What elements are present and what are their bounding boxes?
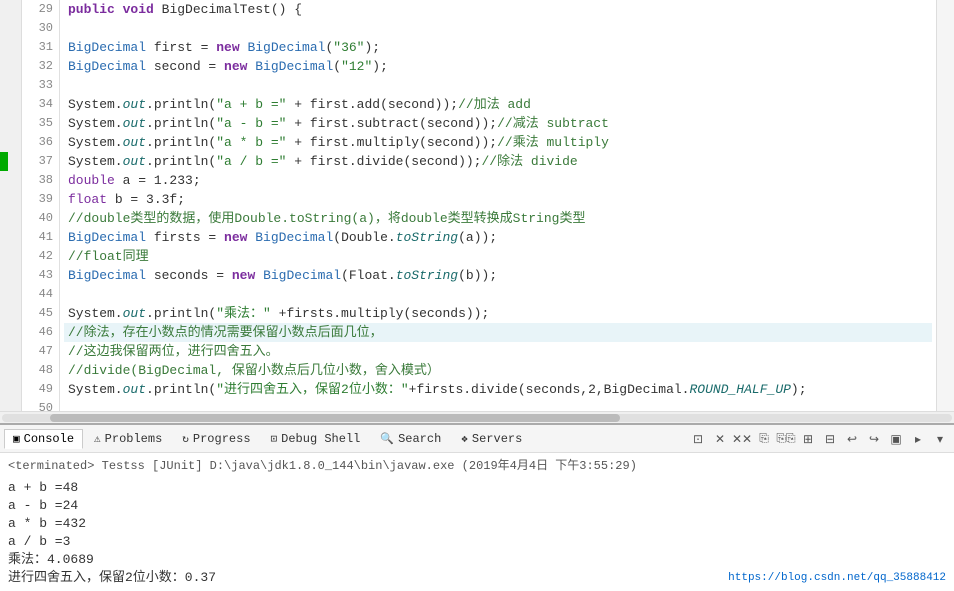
bookmark-marker xyxy=(0,152,8,171)
bottom-link[interactable]: https://blog.csdn.net/qq_35888412 xyxy=(728,569,946,587)
console-tab-icon: ▣ xyxy=(13,432,20,446)
scrollbar-thumb[interactable] xyxy=(50,414,620,422)
code-line: double a = 1.233; xyxy=(64,171,932,190)
console-toolbar: ▣Console⚠Problems↻Progress⊡Debug Shell🔍S… xyxy=(0,425,954,453)
code-line: float b = 3.3f; xyxy=(64,190,932,209)
code-content: public void BigDecimalTest() { BigDecima… xyxy=(60,0,936,411)
code-line: //这边我保留两位，进行四舍五入。 xyxy=(64,342,932,361)
pin-btn[interactable]: ↪ xyxy=(864,429,884,449)
line-number: 34 xyxy=(22,95,59,114)
code-line xyxy=(64,399,932,411)
line-number: 41 xyxy=(22,228,59,247)
code-line xyxy=(64,285,932,304)
line-number: 50 xyxy=(22,399,59,411)
line-number: 49 xyxy=(22,380,59,399)
line-number: 43 xyxy=(22,266,59,285)
output-line: a - b =24 xyxy=(8,497,946,515)
copy-all-btn[interactable]: ⎘⎘ xyxy=(776,429,796,449)
console-tab-problems[interactable]: ⚠ Problems xyxy=(85,429,171,449)
scroll-lock-btn[interactable]: ↩ xyxy=(842,429,862,449)
line-number: 47 xyxy=(22,342,59,361)
console-tab-label: Console xyxy=(24,432,74,446)
code-line: System.out.println("a + b =" + first.add… xyxy=(64,95,932,114)
minimize-btn[interactable]: ⊡ xyxy=(688,429,708,449)
console-tab-console[interactable]: ▣ Console xyxy=(4,429,83,449)
editor-area: 2930313233343536373839404142434445464748… xyxy=(0,0,954,411)
output-line: 乘法：4.0689 xyxy=(8,551,946,569)
problems-tab-label: Problems xyxy=(105,432,163,446)
code-line: //double类型的数据，使用Double.toString(a)，将doub… xyxy=(64,209,932,228)
line-number: 32 xyxy=(22,57,59,76)
output-line: a * b =432 xyxy=(8,515,946,533)
code-line: System.out.println("a / b =" + first.div… xyxy=(64,152,932,171)
code-line: public void BigDecimalTest() { xyxy=(64,0,932,19)
expand-btn[interactable]: ⊞ xyxy=(798,429,818,449)
line-number: 35 xyxy=(22,114,59,133)
code-line: System.out.println("a - b =" + first.sub… xyxy=(64,114,932,133)
code-line: //float同理 xyxy=(64,247,932,266)
debug-shell-tab-label: Debug Shell xyxy=(281,432,360,446)
line-number: 30 xyxy=(22,19,59,38)
line-number: 42 xyxy=(22,247,59,266)
line-number: 40 xyxy=(22,209,59,228)
console-tab-debug-shell[interactable]: ⊡Debug Shell xyxy=(262,429,370,449)
line-number: 33 xyxy=(22,76,59,95)
progress-tab-icon: ↻ xyxy=(182,432,189,446)
scrollbar-track[interactable] xyxy=(2,414,952,422)
line-number: 44 xyxy=(22,285,59,304)
line-number: 48 xyxy=(22,361,59,380)
line-number: 39 xyxy=(22,190,59,209)
debug-shell-tab-icon: ⊡ xyxy=(271,432,278,446)
progress-tab-label: Progress xyxy=(193,432,251,446)
line-number: 37 xyxy=(22,152,59,171)
right-scrollbar[interactable] xyxy=(936,0,954,411)
close-btn[interactable]: ✕ xyxy=(710,429,730,449)
code-line: System.out.println("进行四舍五入，保留2位小数："+firs… xyxy=(64,380,932,399)
terminated-line: <terminated> Testss [JUnit] D:\java\jdk1… xyxy=(8,457,946,475)
problems-tab-icon: ⚠ xyxy=(94,432,101,446)
search-tab-icon: 🔍 xyxy=(380,432,394,446)
left-mini-gutter xyxy=(0,0,22,411)
console-panel: ▣Console⚠Problems↻Progress⊡Debug Shell🔍S… xyxy=(0,423,954,591)
servers-tab-icon: ❖ xyxy=(461,432,468,446)
console-output: <terminated> Testss [JUnit] D:\java\jdk1… xyxy=(0,453,954,591)
console-tab-search[interactable]: 🔍 Search xyxy=(371,429,450,449)
close-all-btn[interactable]: ✕✕ xyxy=(732,429,752,449)
console-toolbar-right: ⊡✕✕✕⎘⎘⎘⊞⊟↩↪▣▸▾ xyxy=(688,429,950,449)
code-line xyxy=(64,76,932,95)
code-line: BigDecimal first = new BigDecimal("36"); xyxy=(64,38,932,57)
line-number: 45 xyxy=(22,304,59,323)
view-btn[interactable]: ▣ xyxy=(886,429,906,449)
code-line xyxy=(64,19,932,38)
line-number: 29 xyxy=(22,0,59,19)
line-number: 38 xyxy=(22,171,59,190)
line-number: 46 xyxy=(22,323,59,342)
code-line: //除法，存在小数点的情况需要保留小数点后面几位， xyxy=(64,323,932,342)
collapse-btn[interactable]: ⊟ xyxy=(820,429,840,449)
line-number: 31 xyxy=(22,38,59,57)
output-line: a / b =3 xyxy=(8,533,946,551)
output-line: a + b =48 xyxy=(8,479,946,497)
dropdown-btn[interactable]: ▾ xyxy=(930,429,950,449)
search-tab-label: Search xyxy=(398,432,441,446)
code-line: BigDecimal second = new BigDecimal("12")… xyxy=(64,57,932,76)
console-tab-servers[interactable]: ❖ Servers xyxy=(452,429,531,449)
console-tab-progress[interactable]: ↻ Progress xyxy=(173,429,259,449)
copy-btn[interactable]: ⎘ xyxy=(754,429,774,449)
code-line: System.out.println("乘法：" +firsts.multipl… xyxy=(64,304,932,323)
code-line: BigDecimal seconds = new BigDecimal(Floa… xyxy=(64,266,932,285)
line-numbers-gutter: 2930313233343536373839404142434445464748… xyxy=(22,0,60,411)
forward-btn[interactable]: ▸ xyxy=(908,429,928,449)
code-line: System.out.println("a * b =" + first.mul… xyxy=(64,133,932,152)
servers-tab-label: Servers xyxy=(472,432,522,446)
horizontal-scrollbar[interactable] xyxy=(0,411,954,423)
line-number: 36 xyxy=(22,133,59,152)
code-line: BigDecimal firsts = new BigDecimal(Doubl… xyxy=(64,228,932,247)
code-line: //divide(BigDecimal, 保留小数点后几位小数，舍入模式） xyxy=(64,361,932,380)
